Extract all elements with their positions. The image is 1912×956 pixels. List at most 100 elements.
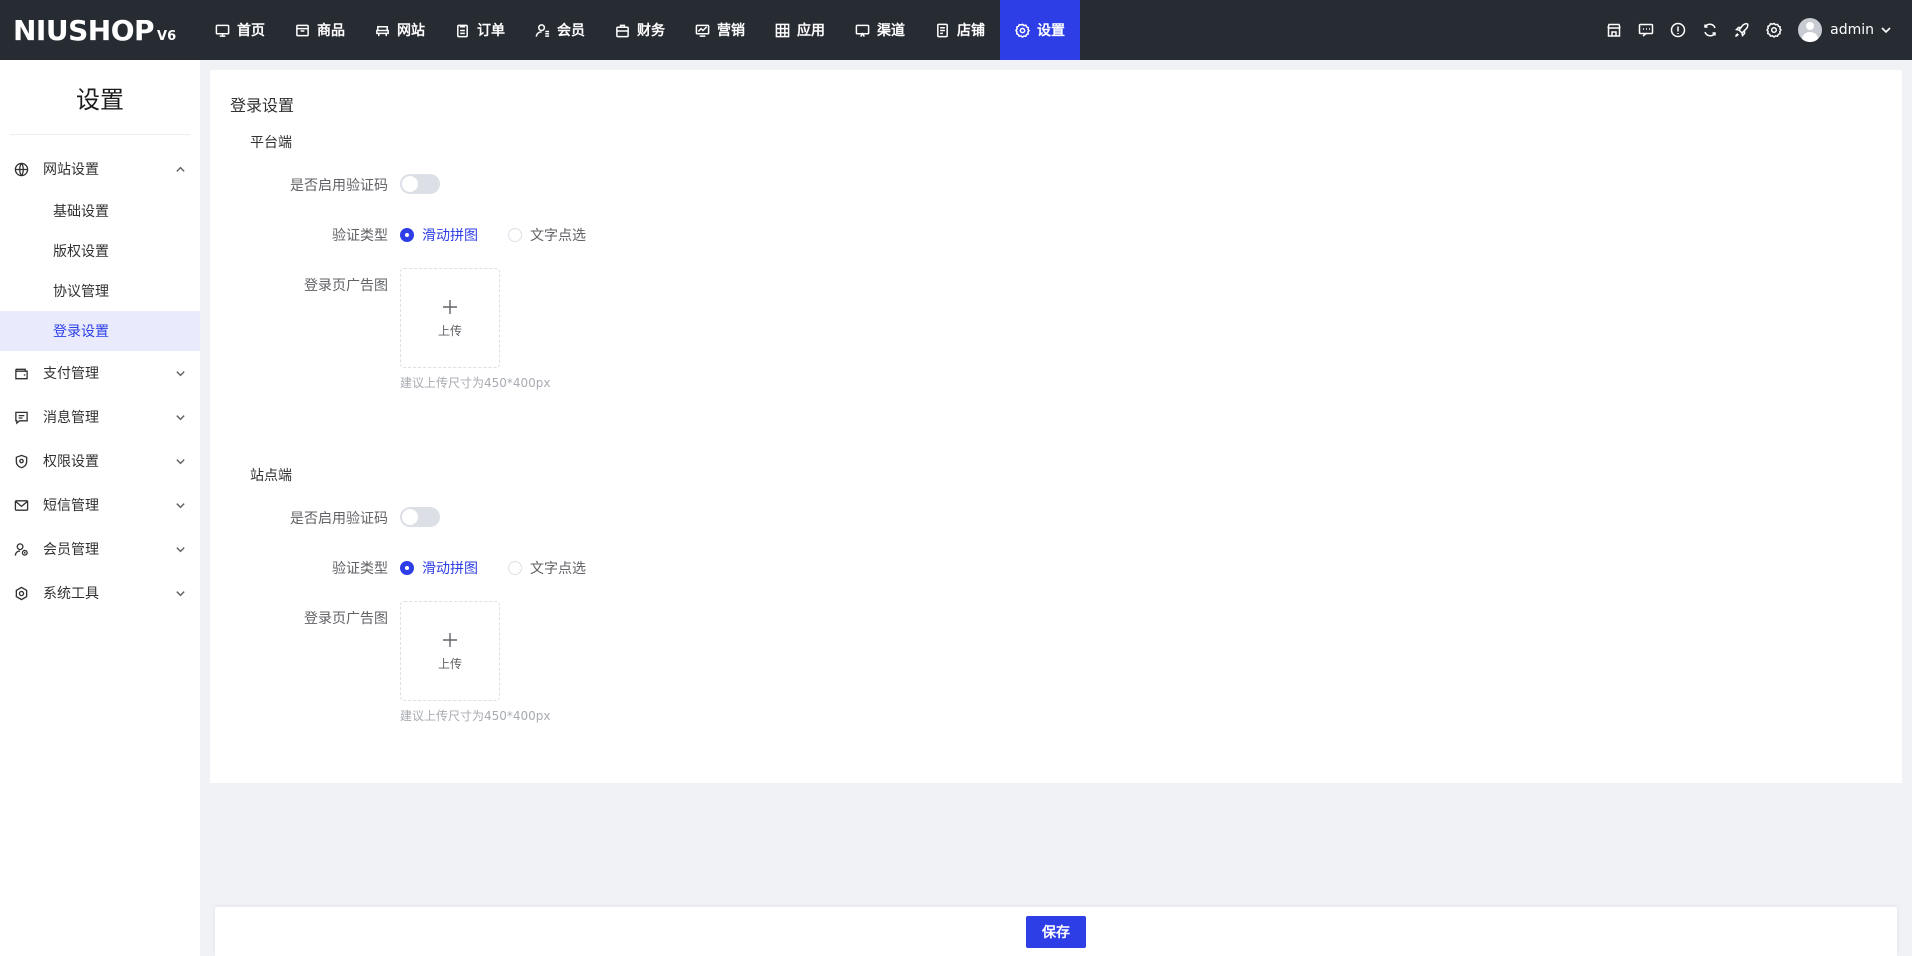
radio-dot xyxy=(508,228,522,242)
nav-website[interactable]: 网站 xyxy=(360,0,440,60)
captcha-toggle[interactable] xyxy=(400,174,440,194)
menu-website-settings[interactable]: 网站设置 xyxy=(0,147,200,191)
mail-icon xyxy=(14,499,29,511)
upload-hint: 建议上传尺寸为450*400px xyxy=(400,376,551,390)
main-nav: 首页 商品 网站 订单 会员 财务 营销 应用 渠道 店铺 设置 xyxy=(200,0,1080,60)
nav-home[interactable]: 首页 xyxy=(200,0,280,60)
submenu-agreement-management[interactable]: 协议管理 xyxy=(0,271,200,311)
ad-image-label: 登录页广告图 xyxy=(304,278,388,294)
menu-label: 消息管理 xyxy=(43,410,99,426)
nav-label: 应用 xyxy=(797,23,825,39)
nav-label: 设置 xyxy=(1037,23,1065,39)
menu-label: 权限设置 xyxy=(43,454,99,470)
login-settings-panel: 登录设置 平台端 是否启用验证码 验证类型 滑动拼图 文字点选 登录页广告图 上… xyxy=(210,70,1902,783)
ad-image-label: 登录页广告图 xyxy=(304,611,388,627)
globe-icon xyxy=(14,162,29,176)
radio-slide-puzzle[interactable]: 滑动拼图 xyxy=(400,558,478,578)
nav-label: 财务 xyxy=(637,23,665,39)
upload-button[interactable]: 上传 xyxy=(400,601,500,701)
chevron-down-icon xyxy=(176,458,185,464)
submenu-basic-settings[interactable]: 基础设置 xyxy=(0,191,200,231)
store-icon[interactable] xyxy=(1598,0,1630,60)
nav-store[interactable]: 店铺 xyxy=(920,0,1000,60)
plus-icon xyxy=(443,299,457,314)
sidebar-title: 设置 xyxy=(10,60,190,135)
nav-settings[interactable]: 设置 xyxy=(1000,0,1080,60)
menu-sms[interactable]: 短信管理 xyxy=(0,483,200,527)
nav-member[interactable]: 会员 xyxy=(520,0,600,60)
upload-label: 上传 xyxy=(437,656,462,671)
upload-button[interactable]: 上传 xyxy=(400,268,500,368)
radio-dot xyxy=(400,228,414,242)
chat-icon[interactable] xyxy=(1630,0,1662,60)
nav-label: 营销 xyxy=(717,23,745,39)
member-icon xyxy=(14,542,28,556)
verify-type-label: 验证类型 xyxy=(332,561,388,577)
footer-bar: 保存 xyxy=(215,907,1897,956)
nav-label: 渠道 xyxy=(877,23,905,39)
avatar xyxy=(1798,18,1823,42)
section-title-site: 站点端 xyxy=(250,468,292,484)
plus-icon xyxy=(443,632,457,647)
verify-type-label: 验证类型 xyxy=(332,228,388,244)
nav-channel[interactable]: 渠道 xyxy=(840,0,920,60)
menu-member-management[interactable]: 会员管理 xyxy=(0,527,200,571)
refresh-icon[interactable] xyxy=(1694,0,1726,60)
radio-label: 文字点选 xyxy=(530,561,586,577)
screen-icon xyxy=(695,24,710,37)
section-title-platform: 平台端 xyxy=(250,135,292,151)
save-button[interactable]: 保存 xyxy=(1026,915,1086,948)
grid-icon xyxy=(775,23,790,37)
top-navbar: NIUSHOP V6 首页 商品 网站 订单 会员 财务 营销 应用 渠道 店铺… xyxy=(0,0,1912,60)
nav-label: 商品 xyxy=(317,23,345,39)
rocket-icon[interactable] xyxy=(1726,0,1758,60)
radio-slide-puzzle[interactable]: 滑动拼图 xyxy=(400,225,478,245)
gear-icon xyxy=(1015,23,1030,38)
radio-label: 滑动拼图 xyxy=(422,228,478,244)
radio-text-click[interactable]: 文字点选 xyxy=(508,225,586,245)
menu-label: 网站设置 xyxy=(43,162,99,178)
upload-label: 上传 xyxy=(437,323,462,338)
nav-label: 会员 xyxy=(557,23,585,39)
logo-version: V6 xyxy=(157,28,177,44)
submenu-copyright-settings[interactable]: 版权设置 xyxy=(0,231,200,271)
menu-messages[interactable]: 消息管理 xyxy=(0,395,200,439)
menu-label: 短信管理 xyxy=(43,498,99,514)
sidebar: 设置 网站设置 基础设置 版权设置 协议管理 登录设置 支付管理 消息管理 权限… xyxy=(0,60,200,956)
shield-icon xyxy=(15,454,28,468)
nav-marketing[interactable]: 营销 xyxy=(680,0,760,60)
chevron-down-icon xyxy=(1881,27,1891,34)
logo[interactable]: NIUSHOP V6 xyxy=(0,0,200,60)
header-tools: admin xyxy=(1598,0,1912,60)
radio-text-click[interactable]: 文字点选 xyxy=(508,558,586,578)
page-title: 登录设置 xyxy=(230,96,295,115)
user-menu[interactable]: admin xyxy=(1798,18,1892,42)
settings-icon[interactable] xyxy=(1758,0,1790,60)
user-name: admin xyxy=(1830,22,1874,38)
nav-label: 首页 xyxy=(237,23,265,39)
document-icon xyxy=(937,23,948,37)
briefcase-icon xyxy=(616,24,629,37)
nav-goods[interactable]: 商品 xyxy=(280,0,360,60)
box-icon xyxy=(296,24,309,36)
display-icon xyxy=(855,24,870,37)
chevron-down-icon xyxy=(176,414,185,420)
submenu-login-settings[interactable]: 登录设置 xyxy=(0,311,200,351)
nav-label: 网站 xyxy=(397,23,425,39)
chevron-down-icon xyxy=(176,502,185,508)
menu-permissions[interactable]: 权限设置 xyxy=(0,439,200,483)
menu-payment[interactable]: 支付管理 xyxy=(0,351,200,395)
nav-finance[interactable]: 财务 xyxy=(600,0,680,60)
chevron-down-icon xyxy=(176,370,185,376)
menu-system-tools[interactable]: 系统工具 xyxy=(0,571,200,615)
nav-order[interactable]: 订单 xyxy=(440,0,520,60)
radio-label: 滑动拼图 xyxy=(422,561,478,577)
captcha-toggle[interactable] xyxy=(400,507,440,527)
wallet-icon xyxy=(15,368,28,379)
chair-icon xyxy=(376,25,389,36)
info-icon[interactable] xyxy=(1662,0,1694,60)
nav-apps[interactable]: 应用 xyxy=(760,0,840,60)
nav-label: 订单 xyxy=(477,23,505,39)
upload-hint: 建议上传尺寸为450*400px xyxy=(400,709,551,723)
chevron-down-icon xyxy=(176,590,185,596)
